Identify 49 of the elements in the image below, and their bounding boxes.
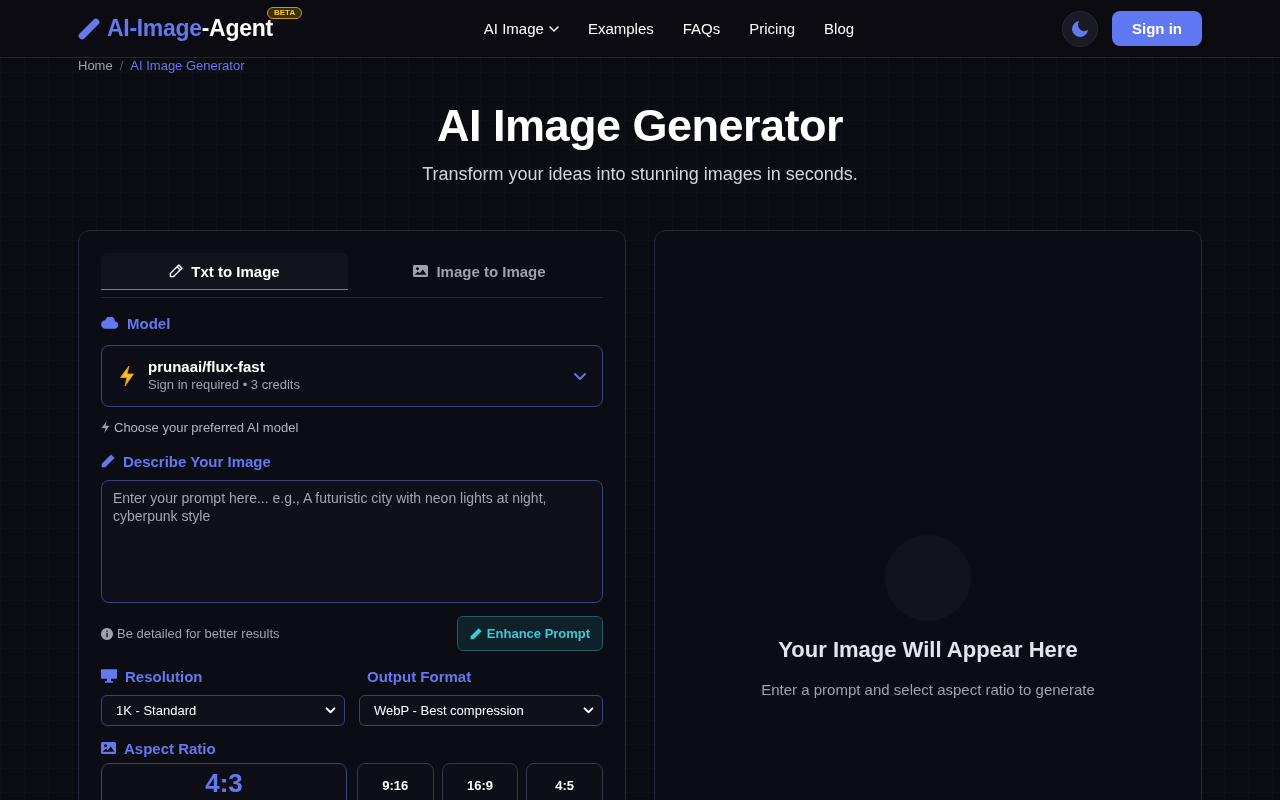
- chevron-down-icon: [548, 25, 559, 32]
- nav-link[interactable]: Examples: [587, 20, 654, 37]
- breadcrumb-separator: /: [119, 58, 124, 74]
- output-format-label: Output Format: [367, 667, 472, 685]
- pencil-icon: [469, 627, 482, 640]
- preview-title: Your Image Will Appear Here: [778, 636, 1078, 664]
- moon-icon: [1072, 20, 1088, 37]
- page-subtitle: Transform your ideas into stunning images in seconds.: [421, 163, 859, 186]
- prompt-field[interactable]: Enter your prompt here... e.g., A futuristic city with neon lights at night, cyberpunk style: [101, 480, 603, 603]
- chevron-down-icon: [325, 707, 336, 714]
- breadcrumb-current[interactable]: AI Image Generator: [130, 58, 245, 74]
- aspect-ratio-option[interactable]: 16:9: [441, 763, 519, 800]
- model-hint: Choose your preferred AI model: [114, 419, 299, 435]
- preview-subtitle: Enter a prompt and select aspect ratio to generate: [761, 680, 1095, 700]
- chevron-down-icon: [574, 372, 586, 380]
- lightning-bolt-icon: [101, 421, 110, 433]
- model-select[interactable]: prunaai/flux-fast Sign in required • 3 credits: [101, 345, 603, 407]
- cloud-icon: [101, 317, 119, 329]
- nav-link[interactable]: Blog: [824, 20, 855, 37]
- tip-text: Be detailed for better results: [117, 626, 280, 641]
- mode-tab[interactable]: Txt to Image: [101, 253, 348, 290]
- breadcrumb-link[interactable]: Home: [78, 58, 113, 74]
- resolution-label: Resolution: [125, 667, 203, 685]
- chevron-down-icon: [583, 707, 594, 714]
- mode-tab[interactable]: Image to Image: [356, 253, 603, 290]
- monitor-icon: [101, 669, 117, 683]
- aspect-ratio-option[interactable]: 9:16: [357, 763, 434, 800]
- image-icon: [101, 742, 116, 754]
- output-format-select[interactable]: WebP - Best compression: [359, 695, 603, 726]
- page-title: AI Image Generator: [435, 100, 845, 152]
- nav-link[interactable]: FAQs: [682, 20, 721, 37]
- prompt-label: Describe Your Image: [123, 452, 271, 470]
- nav-link[interactable]: Pricing: [749, 20, 796, 37]
- theme-toggle-button[interactable]: [1062, 10, 1098, 47]
- pencil-icon: [101, 454, 115, 468]
- image-icon: [413, 265, 429, 277]
- pencil-icon[interactable]: [78, 17, 100, 40]
- enhance-prompt-button[interactable]: Enhance Prompt: [457, 616, 603, 651]
- beta-badge: BETA: [267, 7, 303, 19]
- pencil-icon: [169, 264, 184, 278]
- info-icon: [101, 627, 113, 640]
- lightning-bolt-icon: [120, 366, 134, 386]
- aspect-ratio-option[interactable]: 4:3: [101, 763, 347, 800]
- aspect-ratio-option[interactable]: 4:5: [526, 763, 603, 800]
- aspect-ratio-label: Aspect Ratio: [124, 739, 216, 757]
- nav-link[interactable]: AI Image: [483, 20, 559, 37]
- resolution-select[interactable]: 1K - Standard: [101, 695, 345, 726]
- sign-in-button[interactable]: Sign in: [1112, 11, 1202, 46]
- model-label: Model: [127, 314, 171, 332]
